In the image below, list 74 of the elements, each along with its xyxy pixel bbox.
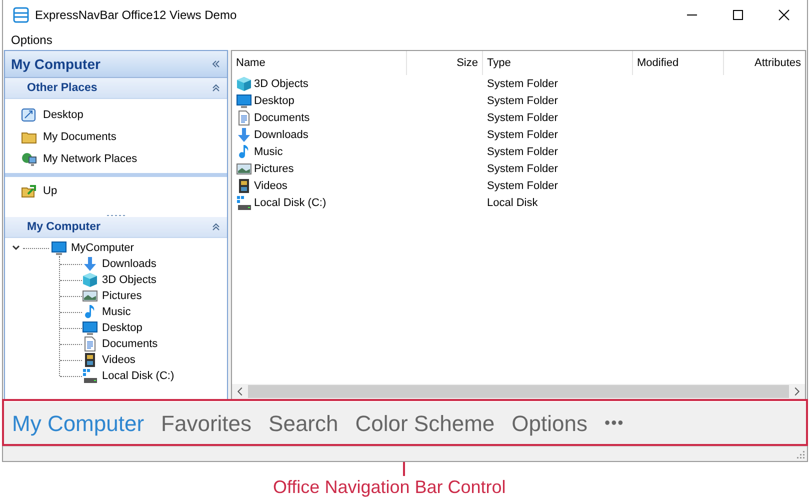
table-cell: Videos: [254, 180, 288, 192]
window-title: ExpressNavBar Office12 Views Demo: [35, 8, 237, 22]
column-header[interactable]: Type: [483, 51, 633, 75]
tree-item[interactable]: Desktop: [102, 322, 142, 334]
disk-drive-icon: [82, 368, 98, 384]
nav-item[interactable]: Favorites: [161, 411, 252, 437]
tree-item[interactable]: Downloads: [102, 258, 156, 270]
table-cell-text: Local Disk: [486, 196, 539, 208]
network-globe-icon: [21, 151, 37, 167]
column-header[interactable]: Name: [232, 51, 407, 75]
nav-item[interactable]: Options: [512, 411, 588, 437]
table-cell: 3D Objects: [254, 78, 308, 90]
down-arrow-icon: [236, 126, 252, 142]
table-cell-text: System Folder: [486, 78, 559, 90]
group-title: My Computer: [27, 221, 100, 233]
table-cell: Documents: [254, 112, 310, 124]
place-link[interactable]: My Network Places: [43, 153, 138, 165]
place-link[interactable]: My Documents: [43, 131, 116, 143]
tree-item[interactable]: Pictures: [102, 290, 142, 302]
leader-line: [403, 462, 405, 476]
table-cell-text: System Folder: [486, 162, 559, 174]
tree-item[interactable]: Music: [102, 306, 131, 318]
monitor-icon: [51, 240, 67, 256]
app-icon: [13, 7, 29, 23]
picture-icon: [236, 160, 252, 176]
collapse-icon[interactable]: [211, 83, 221, 93]
document-icon: [236, 110, 252, 126]
column-header[interactable]: Modified: [633, 51, 724, 75]
more-button[interactable]: •••: [604, 415, 624, 433]
menu-item[interactable]: Options: [11, 33, 52, 47]
annotation-label: Office Navigation Bar Control: [273, 476, 506, 498]
tree-item[interactable]: 3D Objects: [102, 274, 156, 286]
cube-icon: [236, 76, 252, 92]
column-header[interactable]: Attributes: [724, 51, 805, 75]
horizontal-scrollbar[interactable]: [232, 384, 805, 399]
tree-item[interactable]: Documents: [102, 338, 158, 350]
group-title: Other Places: [27, 82, 98, 94]
splitter-grip[interactable]: [106, 214, 126, 217]
monitor-icon: [236, 92, 252, 108]
table-cell-text: System Folder: [486, 94, 559, 106]
place-link[interactable]: Desktop: [43, 109, 84, 121]
column-header[interactable]: Size: [407, 51, 483, 75]
table-cell: Desktop: [254, 94, 294, 106]
nav-item[interactable]: Color Scheme: [355, 411, 495, 437]
collapse-icon[interactable]: [211, 222, 221, 232]
group-header[interactable]: My Computer: [5, 217, 227, 238]
monitor-icon: [82, 320, 98, 336]
film-icon: [82, 352, 98, 368]
scroll-thumb[interactable]: [248, 385, 789, 398]
film-icon: [236, 178, 252, 194]
tree-item[interactable]: MyComputer: [71, 242, 134, 254]
table-cell-text: System Folder: [486, 128, 559, 140]
table-cell-text: System Folder: [486, 180, 559, 192]
down-arrow-icon: [82, 256, 98, 272]
table-cell-text: System Folder: [486, 146, 559, 158]
group-header[interactable]: Other Places: [5, 78, 227, 99]
tree-item[interactable]: Videos: [102, 354, 136, 366]
desktop-icon: [21, 107, 37, 123]
resize-grip-icon[interactable]: [797, 451, 805, 459]
table-cell-text: System Folder: [486, 112, 559, 124]
table-cell: Local Disk (C:): [254, 196, 326, 208]
collapse-pane-icon[interactable]: [211, 59, 221, 69]
tree-item[interactable]: Local Disk (C:): [102, 370, 174, 382]
document-icon: [82, 336, 98, 352]
expanded-icon[interactable]: [11, 243, 21, 253]
disk-drive-icon: [236, 194, 252, 210]
table-cell: Pictures: [254, 162, 294, 174]
table-cell: Downloads: [254, 128, 308, 140]
nav-item[interactable]: Search: [268, 411, 338, 437]
table-cell: Music: [254, 146, 283, 158]
up-folder-icon: [21, 183, 37, 199]
up-link[interactable]: Up: [43, 185, 58, 197]
pane-title: My Computer: [11, 56, 100, 72]
cube-icon: [82, 272, 98, 288]
